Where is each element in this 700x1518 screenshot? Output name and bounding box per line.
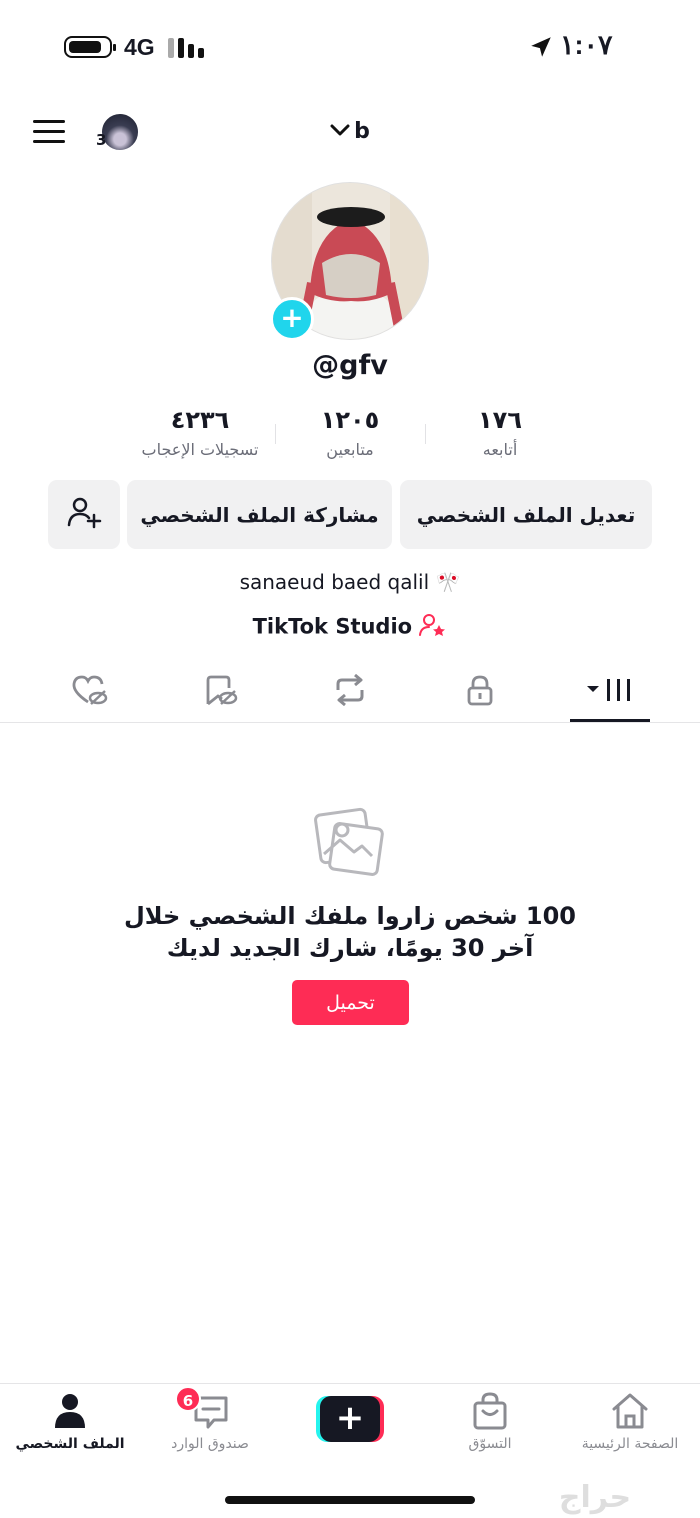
tab-videos[interactable]	[570, 668, 650, 716]
profile-bio: sanaeud baed qalil 🎌	[239, 570, 461, 594]
profile-handle: @gfv	[312, 350, 388, 381]
nav-profile-label: الملف الشخصي	[15, 1436, 125, 1452]
tab-private[interactable]	[440, 668, 520, 716]
add-avatar-button[interactable]: +	[270, 297, 314, 341]
nav-inbox-label: صندوق الوارد	[171, 1436, 249, 1452]
heart-hidden-icon	[71, 674, 109, 710]
creator-star-icon	[419, 613, 447, 642]
stat-followers[interactable]: ١٢٠٥ متابعين	[290, 406, 410, 459]
nav-home[interactable]: الصفحة الرئيسية	[560, 1390, 700, 1460]
username-switcher[interactable]: b	[300, 116, 400, 146]
signal-icon	[168, 36, 208, 58]
bottom-nav-divider	[0, 1383, 700, 1384]
stat-likes-label: تسجيلات الإعجاب	[141, 440, 259, 459]
add-friend-button[interactable]	[48, 480, 120, 549]
home-indicator	[225, 1496, 475, 1504]
add-user-icon	[66, 494, 102, 535]
nav-shop[interactable]: التسوّق	[420, 1390, 560, 1460]
lock-icon	[465, 674, 495, 710]
menu-icon[interactable]	[33, 118, 65, 146]
inbox-badge: 6	[175, 1386, 201, 1412]
stat-likes-value: ٤٢٣٦	[170, 406, 230, 434]
tab-divider	[0, 722, 700, 723]
photo-placeholder-icon	[314, 806, 386, 878]
location-arrow-icon	[528, 34, 554, 60]
watermark: حراج	[558, 1480, 632, 1515]
upload-button[interactable]: تحميل	[292, 980, 409, 1025]
stat-following[interactable]: ١٧٦ أتابعه	[440, 406, 560, 459]
battery-icon	[64, 36, 116, 58]
nav-home-label: الصفحة الرئيسية	[581, 1436, 679, 1452]
network-label: 4G	[124, 34, 155, 60]
profile-icon	[52, 1392, 88, 1434]
share-profile-button[interactable]: مشاركة الملف الشخصي	[127, 480, 392, 549]
chevron-down-icon	[330, 122, 350, 141]
stat-following-label: أتابعه	[482, 440, 518, 459]
home-icon	[610, 1392, 650, 1434]
tab-favorites[interactable]	[180, 668, 260, 716]
account-badge: 3	[96, 131, 107, 149]
status-bar: 4G ١:٠٧	[0, 0, 700, 90]
shopping-bag-icon	[472, 1392, 508, 1434]
tiktok-studio-link[interactable]: TikTok Studio	[0, 613, 700, 642]
stat-followers-value: ١٢٠٥	[320, 406, 380, 434]
empty-state-message: 100 شخص زاروا ملفك الشخصي خلال آخر 30 يو…	[123, 902, 577, 962]
tab-liked[interactable]	[50, 668, 130, 716]
stat-divider	[425, 424, 426, 444]
header-username: b	[354, 118, 370, 144]
stat-likes[interactable]: ٤٢٣٦ تسجيلات الإعجاب	[120, 406, 280, 459]
clock: ١:٠٧	[560, 30, 613, 60]
nav-inbox[interactable]: صندوق الوارد	[140, 1390, 280, 1460]
bookmark-hidden-icon	[202, 674, 238, 710]
stat-following-value: ١٧٦	[478, 406, 522, 434]
create-button[interactable]: +	[316, 1396, 384, 1442]
repost-icon	[332, 673, 368, 710]
plus-icon: +	[320, 1396, 380, 1442]
edit-profile-button[interactable]: تعديل الملف الشخصي	[400, 480, 652, 549]
studio-label: TikTok Studio	[252, 614, 413, 639]
grid-icon	[585, 675, 635, 709]
nav-shop-label: التسوّق	[468, 1436, 512, 1452]
nav-profile[interactable]: الملف الشخصي	[0, 1390, 140, 1460]
tab-reposts[interactable]	[310, 668, 390, 716]
stat-followers-label: متابعين	[326, 440, 374, 459]
